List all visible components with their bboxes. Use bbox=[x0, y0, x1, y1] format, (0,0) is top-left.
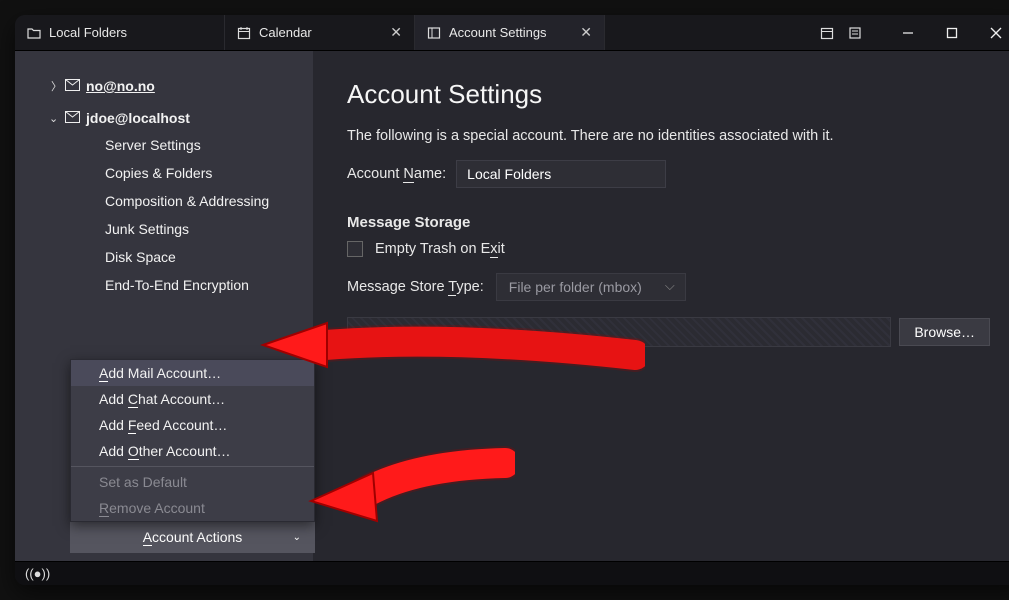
close-icon[interactable]: ✕ bbox=[580, 24, 592, 41]
app-window: Local Folders Calendar ✕ Account Setting… bbox=[15, 15, 1009, 585]
browse-button[interactable]: Browse… bbox=[899, 318, 990, 346]
account-actions-button[interactable]: Account Actions ⌄ bbox=[70, 521, 315, 553]
chevron-down-icon: ⌄ bbox=[293, 532, 301, 543]
sidebar-item-server[interactable]: Server Settings bbox=[15, 131, 313, 159]
tab-account-settings[interactable]: Account Settings ✕ bbox=[415, 15, 605, 50]
store-type-row: Message Store Type: File per folder (mbo… bbox=[347, 273, 990, 301]
account-actions-menu: AAdd Mail Account…dd Mail Account… Add C… bbox=[70, 359, 315, 522]
local-directory-input[interactable] bbox=[347, 317, 891, 347]
close-icon[interactable]: ✕ bbox=[390, 24, 402, 41]
sidebar-item-junk[interactable]: Junk Settings bbox=[15, 215, 313, 243]
storage-heading: Message Storage bbox=[347, 214, 990, 231]
mail-icon bbox=[65, 78, 80, 94]
calendar-icon bbox=[237, 26, 251, 40]
maximize-button[interactable] bbox=[930, 15, 974, 51]
menu-separator bbox=[71, 466, 314, 467]
menu-add-feed-account[interactable]: Add Feed Account… bbox=[71, 412, 314, 438]
account-row-no[interactable]: 〉 no@no.no bbox=[15, 73, 313, 99]
page-title: Account Settings bbox=[347, 79, 990, 110]
window-controls bbox=[886, 15, 1009, 51]
empty-trash-label: Empty Trash on Exit bbox=[375, 241, 505, 257]
tab-calendar[interactable]: Calendar ✕ bbox=[225, 15, 415, 50]
tasks-toolbar-icon[interactable] bbox=[848, 26, 862, 40]
store-type-label: Message Store Type: bbox=[347, 279, 484, 295]
main-area: 〉 no@no.no ⌄ jdoe@localhost Server Setti… bbox=[15, 51, 1009, 561]
tab-label: Account Settings bbox=[449, 25, 547, 40]
tab-label: Local Folders bbox=[49, 25, 127, 40]
account-name-row: Account Name: bbox=[347, 160, 990, 188]
toolbar-right bbox=[820, 15, 1009, 50]
close-button[interactable] bbox=[974, 15, 1009, 51]
sidebar-item-e2e[interactable]: End-To-End Encryption bbox=[15, 271, 313, 299]
titlebar: Local Folders Calendar ✕ Account Setting… bbox=[15, 15, 1009, 51]
chevron-down-icon: ⌄ bbox=[49, 112, 58, 125]
folder-icon bbox=[27, 26, 41, 40]
settings-content: Account Settings The following is a spec… bbox=[313, 51, 1009, 561]
store-type-select[interactable]: File per folder (mbox) bbox=[496, 273, 686, 301]
mail-icon bbox=[65, 110, 80, 126]
sidebar-item-copies[interactable]: Copies & Folders bbox=[15, 159, 313, 187]
menu-set-default: Set as Default bbox=[71, 469, 314, 495]
sidebar-item-composition[interactable]: Composition & Addressing bbox=[15, 187, 313, 215]
settings-pane-icon bbox=[427, 26, 441, 40]
sidebar-item-disk[interactable]: Disk Space bbox=[15, 243, 313, 271]
account-name-label: Account Name: bbox=[347, 166, 446, 182]
account-name: jdoe@localhost bbox=[86, 110, 190, 126]
menu-add-mail-account[interactable]: AAdd Mail Account…dd Mail Account… bbox=[71, 360, 314, 386]
local-directory-row: Browse… bbox=[347, 317, 990, 347]
menu-add-other-account[interactable]: Add Other Account… bbox=[71, 438, 314, 464]
calendar-toolbar-icon[interactable] bbox=[820, 26, 834, 40]
menu-add-chat-account[interactable]: Add Chat Account… bbox=[71, 386, 314, 412]
tab-label: Calendar bbox=[259, 25, 312, 40]
account-sidebar: 〉 no@no.no ⌄ jdoe@localhost Server Setti… bbox=[15, 51, 313, 561]
account-name-input[interactable] bbox=[456, 160, 666, 188]
minimize-button[interactable] bbox=[886, 15, 930, 51]
account-row-jdoe[interactable]: ⌄ jdoe@localhost bbox=[15, 105, 313, 131]
status-bar: ((●)) bbox=[15, 561, 1009, 585]
account-name: no@no.no bbox=[86, 78, 155, 94]
tab-local-folders[interactable]: Local Folders bbox=[15, 15, 225, 50]
checkbox-empty-trash[interactable] bbox=[347, 241, 363, 257]
page-description: The following is a special account. Ther… bbox=[347, 128, 990, 144]
empty-trash-row[interactable]: Empty Trash on Exit bbox=[347, 241, 990, 257]
menu-remove-account: Remove Account bbox=[71, 495, 314, 521]
sync-icon: ((●)) bbox=[25, 566, 50, 581]
chevron-right-icon: 〉 bbox=[51, 78, 62, 94]
